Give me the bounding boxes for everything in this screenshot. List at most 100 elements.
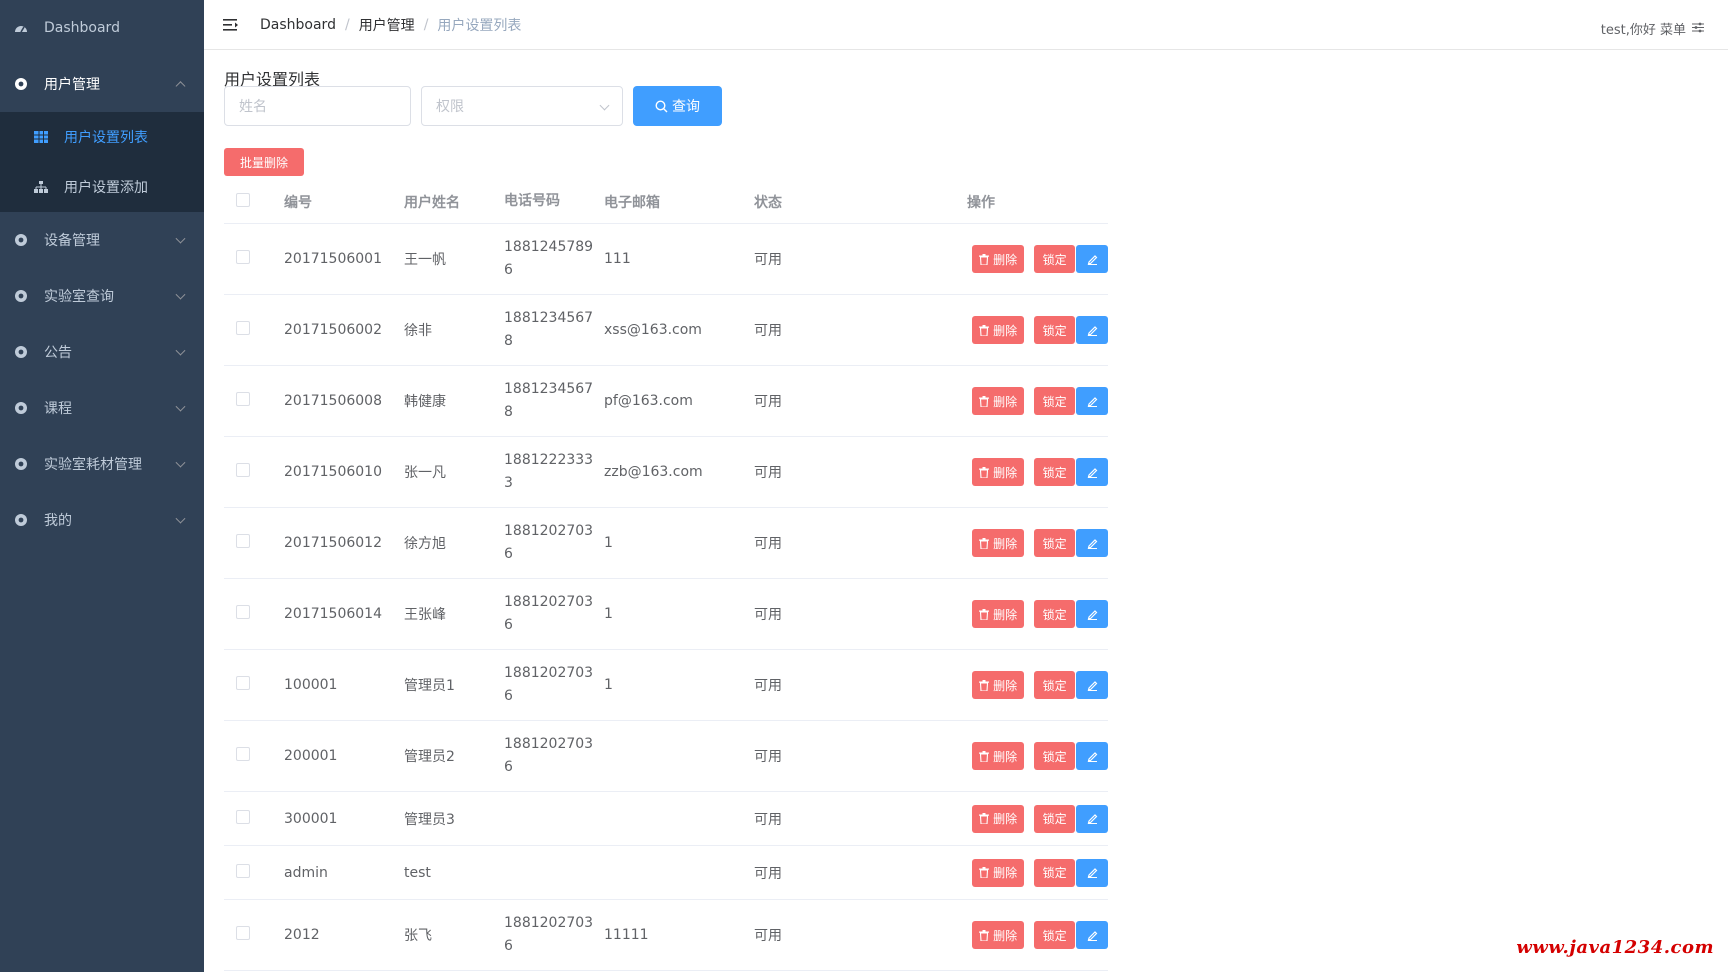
cell-actions: 删除 锁定 xyxy=(854,742,1109,770)
cell-email: 11111 xyxy=(604,927,649,943)
hamburger-icon[interactable] xyxy=(222,17,240,33)
trash-icon xyxy=(979,929,990,941)
select-all-checkbox[interactable] xyxy=(236,192,250,207)
edit-button[interactable] xyxy=(1076,316,1109,344)
lock-button[interactable]: 锁定 xyxy=(1034,921,1076,949)
sidebar-item-announcement[interactable]: 公告 xyxy=(0,324,204,380)
name-search-input[interactable]: 姓名 xyxy=(224,86,411,126)
sidebar-subitem-user-add[interactable]: 用户设置添加 xyxy=(0,162,204,212)
row-checkbox[interactable] xyxy=(236,605,250,619)
sidebar-item-label: 课程 xyxy=(44,401,72,417)
column-header-phone: 电话号码 xyxy=(504,193,560,209)
sidebar-item-course[interactable]: 课程 xyxy=(0,380,204,436)
cell-status: 可用 xyxy=(754,811,782,828)
delete-button[interactable]: 删除 xyxy=(972,671,1025,699)
edit-icon xyxy=(1087,867,1098,878)
sidebar-item-label: 用户管理 xyxy=(44,77,100,93)
search-button[interactable]: 查询 xyxy=(633,86,722,126)
lock-button[interactable]: 锁定 xyxy=(1034,245,1076,273)
row-checkbox[interactable] xyxy=(236,809,250,824)
edit-icon xyxy=(1087,609,1098,620)
cell-status: 可用 xyxy=(754,928,782,944)
cell-id: admin xyxy=(284,864,328,881)
delete-button[interactable]: 删除 xyxy=(972,600,1025,628)
edit-button[interactable] xyxy=(1076,671,1109,699)
breadcrumb-separator: / xyxy=(344,16,350,33)
edit-icon xyxy=(1087,254,1098,265)
chevron-down-icon xyxy=(599,100,610,111)
delete-button[interactable]: 删除 xyxy=(972,529,1025,557)
delete-button[interactable]: 删除 xyxy=(972,387,1025,415)
delete-button[interactable]: 删除 xyxy=(972,858,1025,887)
lock-button[interactable]: 锁定 xyxy=(1034,671,1076,699)
row-checkbox[interactable] xyxy=(236,463,250,477)
cell-actions: 删除 锁定 xyxy=(854,245,1109,273)
edit-button[interactable] xyxy=(1076,921,1109,949)
cell-actions: 删除 锁定 xyxy=(854,529,1109,557)
role-select[interactable]: 权限 xyxy=(421,86,623,126)
trash-icon xyxy=(979,537,990,549)
sidebar-item-dashboard[interactable]: Dashboard xyxy=(0,0,204,56)
lock-button[interactable]: 锁定 xyxy=(1034,387,1076,415)
lock-button[interactable]: 锁定 xyxy=(1034,600,1076,628)
lock-button[interactable]: 锁定 xyxy=(1034,742,1076,770)
trash-icon xyxy=(979,679,990,691)
cell-actions: 删除 锁定 xyxy=(854,458,1109,486)
lock-button[interactable]: 锁定 xyxy=(1034,858,1076,887)
edit-button[interactable] xyxy=(1076,387,1109,415)
delete-button[interactable]: 删除 xyxy=(972,245,1025,273)
table-icon xyxy=(34,130,48,144)
edit-button[interactable] xyxy=(1076,600,1109,628)
lock-button[interactable]: 锁定 xyxy=(1034,458,1076,486)
row-checkbox[interactable] xyxy=(236,250,250,264)
top-navbar: Dashboard / 用户管理 / 用户设置列表 test,你好 菜单 xyxy=(204,0,1728,50)
lock-button[interactable]: 锁定 xyxy=(1034,316,1076,344)
sidebar-item-label: Dashboard xyxy=(44,20,120,36)
edit-button[interactable] xyxy=(1076,245,1109,273)
row-checkbox[interactable] xyxy=(236,392,250,406)
row-checkbox[interactable] xyxy=(236,747,250,761)
delete-button-label: 删除 xyxy=(993,812,1018,826)
cell-status: 可用 xyxy=(754,749,782,765)
table-body: 20171506001 王一帆 18812457896 111 可用 删除 锁定 201715… xyxy=(224,224,1109,971)
row-checkbox[interactable] xyxy=(236,863,250,878)
delete-button[interactable]: 删除 xyxy=(972,804,1025,833)
sidebar-item-lab-query[interactable]: 实验室查询 xyxy=(0,268,204,324)
lock-button[interactable]: 锁定 xyxy=(1034,529,1076,557)
edit-button[interactable] xyxy=(1076,858,1109,887)
sidebar-item-user-management[interactable]: 用户管理 xyxy=(0,56,204,112)
delete-button-label: 删除 xyxy=(993,678,1018,693)
trash-icon xyxy=(979,395,990,407)
trash-icon xyxy=(979,253,990,265)
sidebar-item-lab-supplies[interactable]: 实验室耗材管理 xyxy=(0,436,204,492)
breadcrumb-dashboard[interactable]: Dashboard xyxy=(260,17,336,33)
column-header-status: 状态 xyxy=(754,194,782,211)
cell-phone: 18812223333 xyxy=(504,452,594,491)
edit-button[interactable] xyxy=(1076,458,1109,486)
edit-button[interactable] xyxy=(1076,742,1109,770)
cell-actions: 删除 锁定 xyxy=(854,316,1109,344)
edit-icon xyxy=(1087,813,1098,824)
cell-email: 111 xyxy=(604,251,631,267)
edit-button[interactable] xyxy=(1076,804,1109,833)
row-checkbox[interactable] xyxy=(236,926,250,940)
breadcrumb-separator: / xyxy=(423,16,429,33)
user-table: 编号 用户姓名 电话号码 电子邮箱 状态 操作 20171506001 王一帆 18… xyxy=(224,180,1109,971)
row-checkbox[interactable] xyxy=(236,321,250,335)
delete-button-label: 删除 xyxy=(993,749,1018,764)
user-menu[interactable]: test,你好 菜单 xyxy=(1601,19,1704,38)
sidebar-item-device-management[interactable]: 设备管理 xyxy=(0,212,204,268)
sidebar-subitem-user-list[interactable]: 用户设置列表 xyxy=(0,112,204,162)
sidebar-item-mine[interactable]: 我的 xyxy=(0,492,204,548)
delete-button[interactable]: 删除 xyxy=(972,458,1025,486)
delete-button-label: 删除 xyxy=(993,536,1018,551)
edit-button[interactable] xyxy=(1076,529,1109,557)
row-checkbox[interactable] xyxy=(236,534,250,548)
delete-button[interactable]: 删除 xyxy=(972,742,1025,770)
row-checkbox[interactable] xyxy=(236,676,250,690)
delete-button[interactable]: 删除 xyxy=(972,921,1025,949)
lock-button[interactable]: 锁定 xyxy=(1034,804,1076,833)
delete-button[interactable]: 删除 xyxy=(972,316,1025,344)
batch-delete-button[interactable]: 批量删除 xyxy=(224,148,304,176)
edit-icon xyxy=(1087,467,1098,478)
